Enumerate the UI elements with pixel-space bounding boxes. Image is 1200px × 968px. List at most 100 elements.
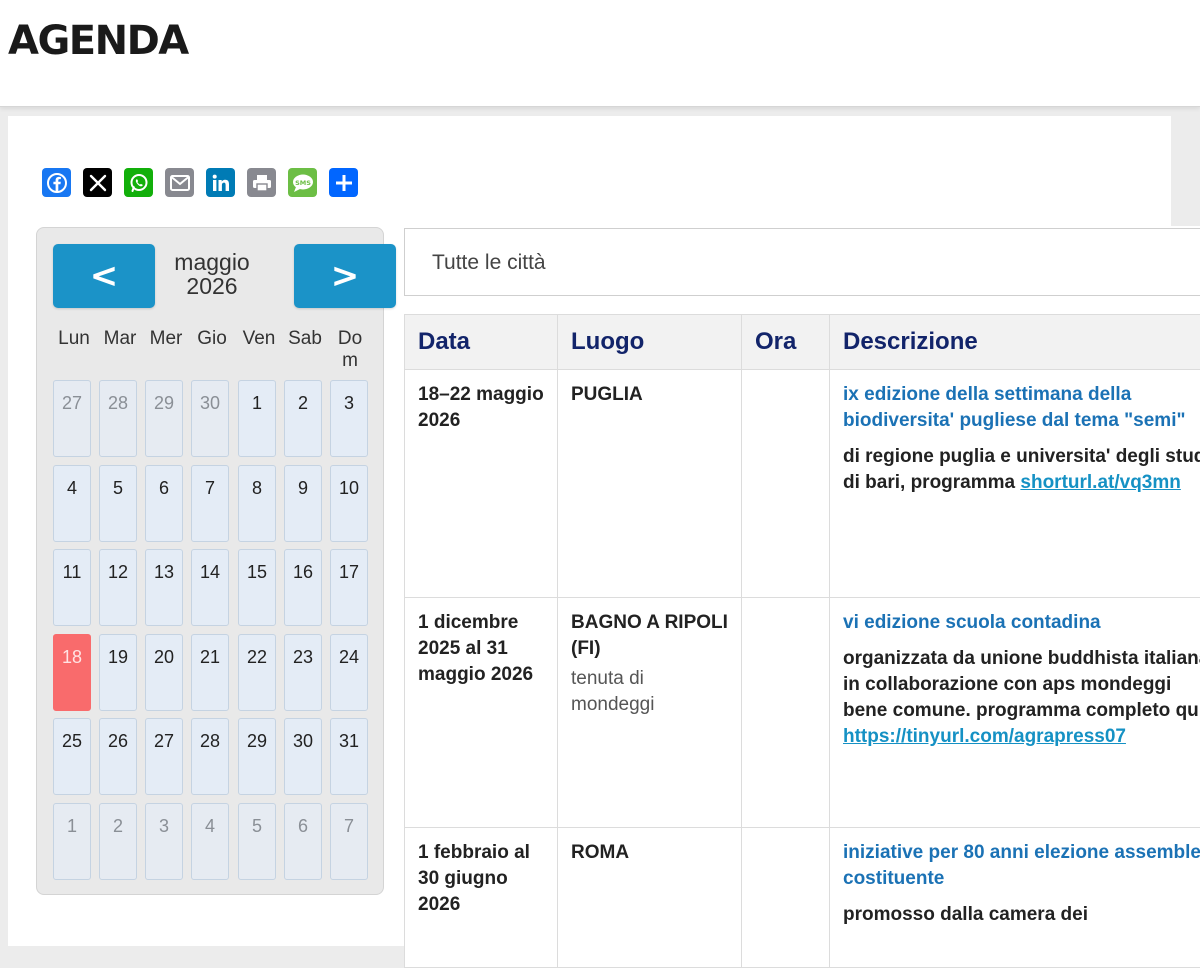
calendar-day[interactable]: 28: [191, 718, 229, 795]
calendar-day[interactable]: 2: [99, 803, 137, 880]
calendar-day[interactable]: 6: [145, 465, 183, 542]
event-link[interactable]: shorturl.at/vq3mn: [1020, 472, 1180, 493]
print-icon[interactable]: [247, 168, 276, 197]
calendar-day[interactable]: 9: [284, 465, 322, 542]
sms-icon[interactable]: SMS: [288, 168, 317, 197]
calendar-day[interactable]: 27: [53, 380, 91, 457]
event-city: PUGLIA: [571, 382, 731, 408]
event-description-cell: iniziative per 80 anni elezione assemble…: [830, 828, 1200, 968]
month-year-label: maggio 2026: [159, 250, 265, 298]
event-time-cell: [742, 370, 830, 598]
year-value: 2026: [159, 274, 265, 298]
calendar-day[interactable]: 11: [53, 549, 91, 626]
event-date: 18–22 maggio 2026: [418, 382, 547, 434]
calendar-day[interactable]: 20: [145, 634, 183, 711]
calendar-day[interactable]: 31: [330, 718, 368, 795]
calendar-day[interactable]: 29: [145, 380, 183, 457]
event-date-cell: 18–22 maggio 2026: [405, 370, 558, 598]
prev-month-button[interactable]: <: [53, 244, 155, 308]
event-description-text: organizzata da unione buddhista italiana…: [843, 648, 1200, 721]
calendar-day[interactable]: 30: [191, 380, 229, 457]
event-title[interactable]: iniziative per 80 anni elezione assemble…: [843, 840, 1200, 892]
weekday-label: Mar: [99, 328, 141, 350]
calendar-day[interactable]: 28: [99, 380, 137, 457]
calendar-day[interactable]: 29: [238, 718, 276, 795]
calendar-day[interactable]: 15: [238, 549, 276, 626]
event-place-cell: ROMA: [558, 828, 742, 968]
column-header-place: Luogo: [558, 315, 742, 370]
calendar-day[interactable]: 12: [99, 549, 137, 626]
calendar-day[interactable]: 16: [284, 549, 322, 626]
event-time-cell: [742, 828, 830, 968]
calendar-day[interactable]: 5: [99, 465, 137, 542]
page-header: AGENDA: [0, 0, 1200, 107]
calendar-day[interactable]: 14: [191, 549, 229, 626]
calendar-day[interactable]: 22: [238, 634, 276, 711]
calendar-day[interactable]: 25: [53, 718, 91, 795]
calendar-day[interactable]: 13: [145, 549, 183, 626]
table-row: 1 dicembre 2025 al 31 maggio 2026 BAGNO …: [405, 598, 1200, 828]
column-header-description: Descrizione: [830, 315, 1200, 370]
weekday-label: Sab: [284, 328, 326, 350]
event-link[interactable]: https://tinyurl.com/agrapress07: [843, 726, 1126, 747]
calendar-day[interactable]: 17: [330, 549, 368, 626]
calendar-day[interactable]: 4: [53, 465, 91, 542]
event-date: 1 febbraio al 30 giugno 2026: [418, 840, 547, 918]
calendar-day[interactable]: 7: [191, 465, 229, 542]
calendar-day[interactable]: 21: [191, 634, 229, 711]
event-city: BAGNO A RIPOLI (FI): [571, 610, 731, 662]
column-header-time: Ora: [742, 315, 830, 370]
event-description: promosso dalla camera dei: [843, 902, 1200, 928]
event-city: ROMA: [571, 840, 731, 866]
calendar-day[interactable]: 1: [53, 803, 91, 880]
share-icon[interactable]: [329, 168, 358, 197]
event-title[interactable]: ix edizione della settimana della biodiv…: [843, 382, 1200, 434]
page-title: AGENDA: [8, 16, 188, 66]
calendar-day[interactable]: 8: [238, 465, 276, 542]
event-title[interactable]: vi edizione scuola contadina: [843, 610, 1200, 636]
calendar-day[interactable]: 1: [238, 380, 276, 457]
calendar-day[interactable]: 24: [330, 634, 368, 711]
calendar-day[interactable]: 2: [284, 380, 322, 457]
weekday-label: Gio: [191, 328, 233, 350]
event-description-cell: vi edizione scuola contadina organizzata…: [830, 598, 1200, 828]
event-description-cell: ix edizione della settimana della biodiv…: [830, 370, 1200, 598]
event-description-text: promosso dalla camera dei: [843, 904, 1088, 925]
calendar-day[interactable]: 10: [330, 465, 368, 542]
column-header-date: Data: [405, 315, 558, 370]
weekday-label: Mer: [145, 328, 187, 350]
event-date-cell: 1 febbraio al 30 giugno 2026: [405, 828, 558, 968]
event-date-cell: 1 dicembre 2025 al 31 maggio 2026: [405, 598, 558, 828]
calendar-day[interactable]: 3: [330, 380, 368, 457]
x-icon[interactable]: [83, 168, 112, 197]
weekday-label: Ven: [238, 328, 280, 350]
linkedin-icon[interactable]: [206, 168, 235, 197]
event-date: 1 dicembre 2025 al 31 maggio 2026: [418, 610, 547, 688]
event-place-cell: PUGLIA: [558, 370, 742, 598]
svg-text:SMS: SMS: [295, 179, 311, 187]
calendar-day[interactable]: 30: [284, 718, 322, 795]
weekday-label: Lun: [53, 328, 95, 350]
event-description: di regione puglia e universita' degli st…: [843, 444, 1200, 496]
next-month-button[interactable]: >: [294, 244, 396, 308]
calendar-day[interactable]: 19: [99, 634, 137, 711]
table-row: 1 febbraio al 30 giugno 2026 ROMA inizia…: [405, 828, 1200, 968]
calendar-day-today[interactable]: 18: [53, 634, 91, 711]
email-icon[interactable]: [165, 168, 194, 197]
table-header-row: Data Luogo Ora Descrizione: [405, 315, 1200, 370]
calendar-day[interactable]: 23: [284, 634, 322, 711]
month-name: maggio: [159, 250, 265, 274]
calendar-day[interactable]: 4: [191, 803, 229, 880]
calendar-day[interactable]: 5: [238, 803, 276, 880]
calendar-day[interactable]: 26: [99, 718, 137, 795]
calendar-day[interactable]: 6: [284, 803, 322, 880]
calendar-day[interactable]: 7: [330, 803, 368, 880]
facebook-icon[interactable]: [42, 168, 71, 197]
whatsapp-icon[interactable]: [124, 168, 153, 197]
city-filter-select[interactable]: Tutte le città: [404, 228, 1200, 296]
events-table: Data Luogo Ora Descrizione 18–22 maggio …: [404, 314, 1200, 968]
calendar-day[interactable]: 27: [145, 718, 183, 795]
event-place-cell: BAGNO A RIPOLI (FI) tenuta di mondeggi: [558, 598, 742, 828]
calendar-widget: < maggio 2026 > Lun Mar Mer Gio Ven Sab …: [36, 227, 384, 895]
calendar-day[interactable]: 3: [145, 803, 183, 880]
